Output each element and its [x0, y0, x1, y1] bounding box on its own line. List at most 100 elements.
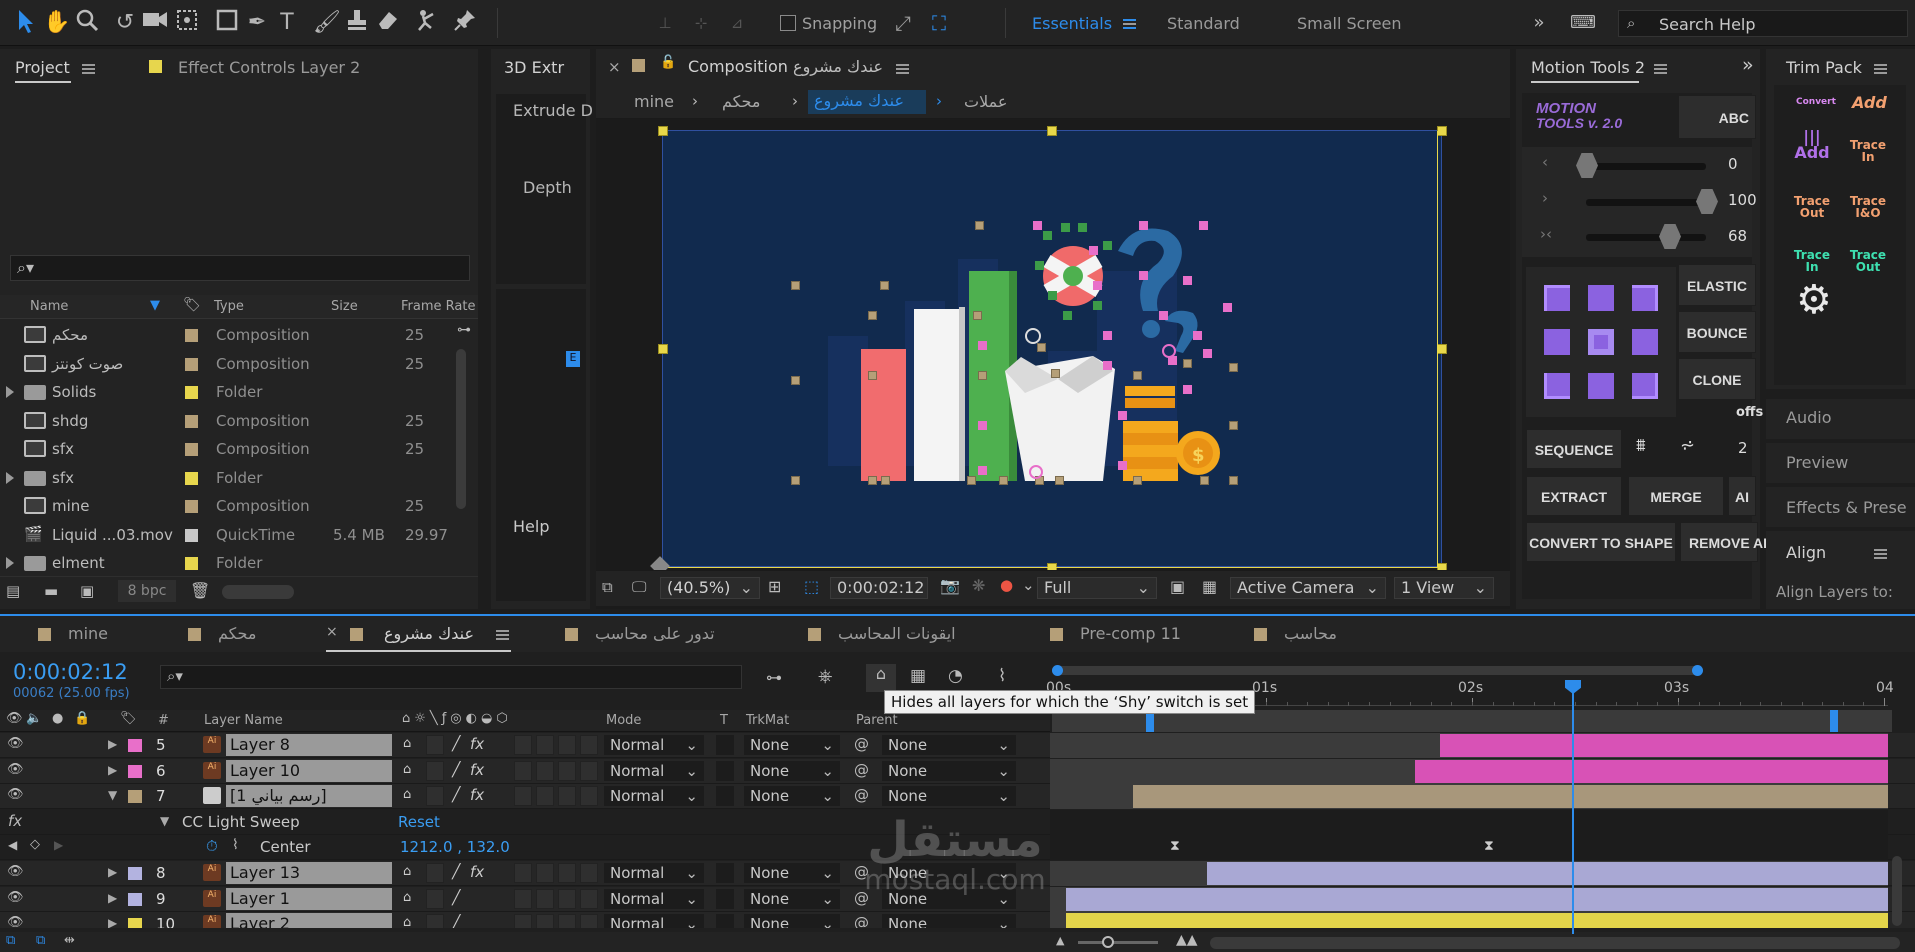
- shy-switch-icon[interactable]: ⌂: [403, 762, 411, 777]
- layer-switch[interactable]: [580, 863, 598, 883]
- motion-tools-menu-icon[interactable]: [1654, 64, 1667, 74]
- expand-triangle-icon[interactable]: ▶: [108, 916, 117, 928]
- sequence-stair-icon[interactable]: ⩫: [1680, 435, 1695, 456]
- sequence-button[interactable]: SEQUENCE: [1526, 429, 1622, 469]
- trkmat-dropdown[interactable]: None ⌄: [744, 786, 840, 807]
- extract-button[interactable]: EXTRACT: [1526, 476, 1622, 516]
- project-item[interactable]: sfx Composition 25: [0, 435, 478, 463]
- anchor-top-right[interactable]: [1632, 285, 1658, 311]
- current-time-field[interactable]: 0:00:02:12: [830, 577, 928, 599]
- layer-switch[interactable]: [426, 914, 444, 928]
- layer-duration-bar[interactable]: [1132, 785, 1888, 809]
- mask-visibility-icon[interactable]: ⬚: [804, 577, 819, 596]
- t-switch[interactable]: [716, 888, 734, 909]
- pick-whip-icon[interactable]: @: [854, 735, 869, 753]
- extrude-help-button[interactable]: Help: [513, 517, 549, 536]
- composition-flowchart-icon[interactable]: ⊶: [766, 668, 782, 687]
- timeline-tab[interactable]: محاسب: [1284, 624, 1337, 643]
- layer-name-field[interactable]: Layer 13: [226, 862, 392, 884]
- clone-button[interactable]: CLONE: [1678, 358, 1756, 400]
- layer-name-field[interactable]: [رسم بياني 1]: [226, 785, 392, 808]
- project-item[interactable]: صوت كونتز Composition 25: [0, 350, 478, 378]
- anchor-center[interactable]: [1588, 329, 1614, 355]
- anchor-left[interactable]: [1544, 329, 1570, 355]
- layer-label-color[interactable]: [128, 764, 142, 778]
- effect-controls-tab[interactable]: Effect Controls Layer 2: [178, 58, 360, 77]
- project-item[interactable]: Solids Folder: [0, 378, 478, 406]
- timeline-zoom-slider[interactable]: [1078, 936, 1158, 948]
- lock-icon[interactable]: 🔓: [660, 55, 676, 70]
- graph-editor-icon[interactable]: ⌇: [998, 666, 1006, 686]
- resolution-dropdown[interactable]: Full ⌄: [1037, 577, 1157, 599]
- layer-switch[interactable]: [536, 888, 554, 909]
- bounce-button[interactable]: BOUNCE: [1678, 311, 1756, 353]
- abc-button[interactable]: ABC: [1678, 95, 1756, 139]
- comp-menu-icon[interactable]: [896, 64, 909, 74]
- expand-triangle-icon[interactable]: [6, 386, 14, 398]
- remove-ai-button[interactable]: REMOVE AI: [1680, 522, 1767, 562]
- label-color[interactable]: [185, 414, 198, 428]
- effect-switch-icon[interactable]: fx: [470, 761, 484, 779]
- mode-dropdown[interactable]: Normal ⌄: [604, 863, 704, 883]
- layer-name-field[interactable]: Layer 2: [226, 913, 392, 928]
- layer-switch[interactable]: [514, 735, 532, 755]
- mode-dropdown[interactable]: Normal ⌄: [604, 888, 704, 909]
- extrude-blue-icon[interactable]: E: [566, 351, 580, 367]
- playhead[interactable]: [1565, 680, 1581, 934]
- align-menu-icon[interactable]: [1874, 549, 1887, 559]
- graph-icon[interactable]: ⌇: [232, 837, 239, 853]
- project-item[interactable]: elment Folder: [0, 549, 478, 577]
- trkmat-dropdown[interactable]: None ⌄: [744, 863, 840, 883]
- workspace-menu-icon[interactable]: [1123, 19, 1136, 29]
- layer-switch[interactable]: [426, 888, 444, 909]
- trim-trace-io-button[interactable]: Trace I&O: [1846, 195, 1890, 219]
- motion-blur-icon[interactable]: ◔: [948, 666, 963, 686]
- effect-switch-icon[interactable]: fx: [470, 863, 484, 881]
- layer-switch[interactable]: [536, 914, 554, 928]
- effect-reset-link[interactable]: Reset: [398, 813, 440, 831]
- trkmat-dropdown[interactable]: None ⌄: [744, 760, 840, 781]
- sequence-step-value[interactable]: 2: [1738, 439, 1748, 457]
- effect-switch-icon[interactable]: fx: [470, 786, 484, 804]
- layer-switch[interactable]: [536, 786, 554, 807]
- breadcrumb-comp-3[interactable]: عندك مشروع: [808, 90, 926, 114]
- new-folder-icon[interactable]: ▬: [44, 582, 58, 600]
- anchor-bottom-right[interactable]: [1632, 373, 1658, 399]
- new-composition-icon[interactable]: ▣: [80, 582, 94, 600]
- layer-switch[interactable]: [580, 760, 598, 781]
- eye-icon[interactable]: 👁: [7, 915, 24, 928]
- layer-label-color[interactable]: [128, 918, 142, 928]
- view-axis-icon[interactable]: ⊿: [722, 8, 752, 38]
- column-frame-rate[interactable]: Frame Rate: [401, 299, 475, 314]
- roto-brush-tool-icon[interactable]: [412, 8, 442, 38]
- label-color[interactable]: [185, 386, 198, 399]
- project-search-input[interactable]: ⌕▾: [10, 255, 470, 281]
- magnification-dropdown[interactable]: (40.5%) ⌄: [660, 577, 760, 599]
- layer-switch[interactable]: [580, 888, 598, 909]
- eye-icon[interactable]: 👁: [7, 762, 24, 777]
- layer-duration-bar[interactable]: [1066, 887, 1888, 911]
- merge-button[interactable]: MERGE: [1628, 476, 1724, 516]
- solo-icon[interactable]: ●: [52, 711, 63, 726]
- layer-name-field[interactable]: Layer 8: [226, 734, 392, 756]
- project-hscroll[interactable]: [222, 585, 294, 599]
- layer-row[interactable]: 👁 ▶ 6 Ai Layer 10 ⌂ ╱ fx Normal ⌄ None ⌄ @…: [0, 758, 1915, 784]
- align-anchor-button[interactable]: AI: [1728, 476, 1756, 516]
- ease-out-value[interactable]: 100: [1728, 191, 1757, 209]
- timeline-tab[interactable]: عندك مشروع: [384, 624, 474, 643]
- anchor-top-left[interactable]: [1544, 285, 1570, 311]
- layer-switch[interactable]: [558, 735, 576, 755]
- layer-switch[interactable]: [558, 888, 576, 909]
- effect-switch-icon[interactable]: fx: [470, 735, 484, 753]
- layer-row[interactable]: 👁 ▼ 7 [رسم بياني 1] ⌂ ╱ fx Normal ⌄ None ⌄…: [0, 784, 1915, 810]
- keyboard-icon[interactable]: ⌨: [1568, 8, 1598, 38]
- snapshot-camera-icon[interactable]: 📷: [940, 576, 960, 595]
- interpret-footage-icon[interactable]: ▤: [6, 582, 20, 600]
- pen-tool-icon[interactable]: ✒: [242, 8, 272, 38]
- mode-dropdown[interactable]: Normal ⌄: [604, 914, 704, 928]
- trim-convert-button[interactable]: Convert: [1796, 97, 1836, 107]
- eye-icon[interactable]: 👁: [7, 787, 24, 802]
- next-keyframe-icon[interactable]: ▶: [54, 838, 63, 852]
- timeline-hscroll[interactable]: [1210, 937, 1900, 949]
- trim-add-top-button[interactable]: Add: [1852, 93, 1887, 112]
